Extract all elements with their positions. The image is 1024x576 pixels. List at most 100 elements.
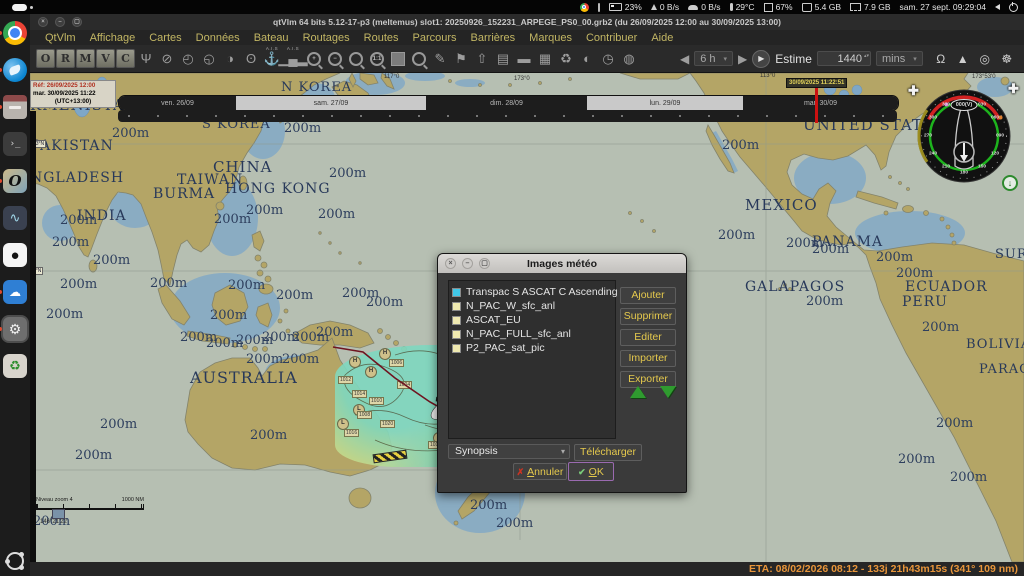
pan-control-icon[interactable]: ✚ — [908, 83, 919, 99]
dialog-close-button[interactable]: × — [445, 258, 456, 269]
menu-item[interactable]: Contribuer — [579, 32, 644, 44]
menu-item[interactable]: Parcours — [406, 32, 464, 44]
menu-item[interactable]: Barrières — [464, 32, 523, 44]
timeline-day-segment[interactable]: lun. 29/09 — [587, 96, 743, 110]
chrome-tray-icon[interactable] — [580, 3, 589, 12]
editer-button[interactable]: Editer — [620, 329, 676, 346]
item-color-checkbox[interactable] — [452, 344, 461, 353]
download-position-icon[interactable]: ↓ — [1002, 175, 1018, 191]
wind-pointer-icon[interactable]: ⇧ — [472, 47, 492, 70]
monitor[interactable]: ∿ — [2, 206, 28, 232]
item-color-checkbox[interactable] — [452, 316, 461, 325]
weather-image-list-item[interactable]: Transpac S ASCAT C Ascending — [452, 285, 612, 299]
layer-o-button[interactable]: O — [36, 49, 55, 68]
time-slider-days[interactable]: ven. 26/09sam. 27/09dim. 28/09lun. 29/09… — [118, 95, 899, 111]
move-down-button[interactable] — [660, 386, 676, 398]
volume-icon[interactable] — [995, 4, 1000, 10]
pan-control2-icon[interactable]: ✚ — [1008, 81, 1019, 97]
menu-item[interactable]: Affichage — [83, 32, 143, 44]
window-close-button[interactable]: × — [38, 17, 48, 27]
menu-item[interactable]: Routes — [357, 32, 406, 44]
ajouter-button[interactable]: Ajouter — [620, 287, 676, 304]
item-color-checkbox[interactable] — [452, 302, 461, 311]
power-icon[interactable] — [1009, 3, 1018, 12]
input-indicator-icon[interactable] — [598, 3, 600, 12]
time-forward-button[interactable]: ▶ — [738, 52, 747, 66]
ais-stats-icon[interactable]: A.I.S ▁▄▂ — [283, 47, 303, 70]
chrome[interactable] — [2, 21, 28, 47]
zoom-free-icon[interactable] — [346, 47, 366, 70]
route-pencil-icon[interactable]: ✎ — [430, 47, 450, 70]
weather-image-list-item[interactable]: N_PAC_FULL_sfc_anl — [452, 327, 612, 341]
dialog-maximize-button[interactable]: ▢ — [479, 258, 490, 269]
item-color-checkbox[interactable] — [452, 330, 461, 339]
chart-area[interactable]: HHHLLL 101210141010100810061004101610101… — [30, 73, 1024, 562]
time-step-select[interactable]: 6 h▾ — [694, 51, 733, 66]
menu-item[interactable]: Cartes — [142, 32, 188, 44]
gps-antenna-icon[interactable]: Ψ — [136, 47, 156, 70]
mark-flag-icon[interactable]: ⚑ — [451, 47, 471, 70]
menu-item[interactable]: Aide — [644, 32, 680, 44]
timeline-day-segment[interactable]: sam. 27/09 — [236, 96, 426, 110]
time-cursor[interactable] — [815, 86, 818, 123]
menu-item[interactable]: Marques — [522, 32, 579, 44]
zoom-out-icon[interactable]: − — [325, 47, 345, 70]
weather-image-list-item[interactable]: N_PAC_W_sfc_anl — [452, 299, 612, 313]
kiwi[interactable]: ● — [2, 243, 28, 269]
instrument-dial2-icon[interactable]: ◵ — [199, 47, 219, 70]
dialog-minimize-button[interactable]: – — [462, 258, 473, 269]
thunderbird[interactable] — [2, 58, 28, 84]
layer-v-button[interactable]: V — [96, 49, 115, 68]
clock[interactable]: sam. 27 sept. 09:29:04 — [900, 2, 986, 12]
selection-rect-icon[interactable] — [388, 47, 408, 70]
protractor-icon[interactable]: ◑ — [220, 47, 240, 70]
alert-triangle-icon[interactable]: ▲ — [956, 47, 970, 70]
supprimer-button[interactable]: Supprimer — [620, 308, 676, 325]
files[interactable] — [2, 95, 28, 121]
menu-item[interactable]: QtVlm — [38, 32, 83, 44]
window-maximize-button[interactable]: ▢ — [72, 17, 82, 27]
menu-item[interactable]: Données — [189, 32, 247, 44]
terminal[interactable]: ›_ — [2, 132, 28, 158]
eraser-icon[interactable]: ▬ — [514, 47, 534, 70]
menu-item[interactable]: Bateau — [247, 32, 296, 44]
move-up-button[interactable] — [630, 386, 646, 398]
layer-c-button[interactable]: C — [116, 49, 135, 68]
refresh-icon[interactable]: ♻ — [556, 47, 576, 70]
importer-button[interactable]: Importer — [620, 350, 676, 367]
timeline-day-segment[interactable]: mar. 30/09 — [743, 96, 898, 110]
bell-icon[interactable]: Ω — [934, 47, 948, 70]
weather-image-list-item[interactable]: ASCAT_EU — [452, 313, 612, 327]
gear-wheel-icon[interactable]: ☸ — [1000, 47, 1014, 70]
simulation-minutes-stepper[interactable]: 1440 — [817, 51, 871, 66]
no-go-zone-icon[interactable]: ⊘ — [157, 47, 177, 70]
item-color-checkbox[interactable] — [452, 288, 461, 297]
light-icon[interactable]: ʘ — [241, 47, 261, 70]
zoom-area-icon[interactable] — [409, 47, 429, 70]
sim-unit-select[interactable]: mins▾ — [876, 51, 923, 66]
menu-item[interactable]: Routages — [296, 32, 357, 44]
window-minimize-button[interactable]: – — [55, 17, 65, 27]
window-titlebar[interactable]: × – ▢ qtVlm 64 bits 5.12-17-p3 (meltemus… — [30, 14, 1024, 30]
timer-icon[interactable]: ◍ — [619, 47, 639, 70]
weather-image-list[interactable]: Transpac S ASCAT C Ascending N_PAC_W_sfc… — [448, 280, 616, 439]
weather-image-list-item[interactable]: P2_PAC_sat_pic — [452, 341, 612, 355]
target-icon[interactable]: ◎ — [978, 47, 992, 70]
play-button[interactable]: ▶ — [752, 50, 770, 68]
ok-button[interactable]: ✔ OK — [568, 462, 614, 481]
timeline-day-segment[interactable]: ven. 26/09 — [119, 96, 236, 110]
synopsis-select[interactable]: Synopsis — [448, 444, 570, 459]
time-slider-track[interactable] — [118, 110, 897, 122]
timeline-day-segment[interactable]: dim. 28/09 — [426, 96, 587, 110]
dialog-titlebar[interactable]: × – ▢ Images météo — [438, 254, 686, 273]
opencpn[interactable]: O — [2, 169, 28, 195]
settings[interactable]: ⚙ — [2, 317, 28, 343]
trash[interactable]: ♻ — [2, 354, 28, 380]
ubuntu-logo-icon[interactable] — [6, 552, 24, 570]
layer-m-button[interactable]: M — [76, 49, 95, 68]
time-back-button[interactable]: ◀ — [680, 52, 689, 66]
zoom-in-icon[interactable]: + — [304, 47, 324, 70]
zoom-1-1-icon[interactable]: 1:1 — [367, 47, 387, 70]
system-tray[interactable]: 23% 0 B/s 0 B/s 29°C 67% 5.4 GB 7.9 GB s… — [580, 0, 1018, 14]
telecharger-button[interactable]: Télécharger — [574, 444, 642, 461]
